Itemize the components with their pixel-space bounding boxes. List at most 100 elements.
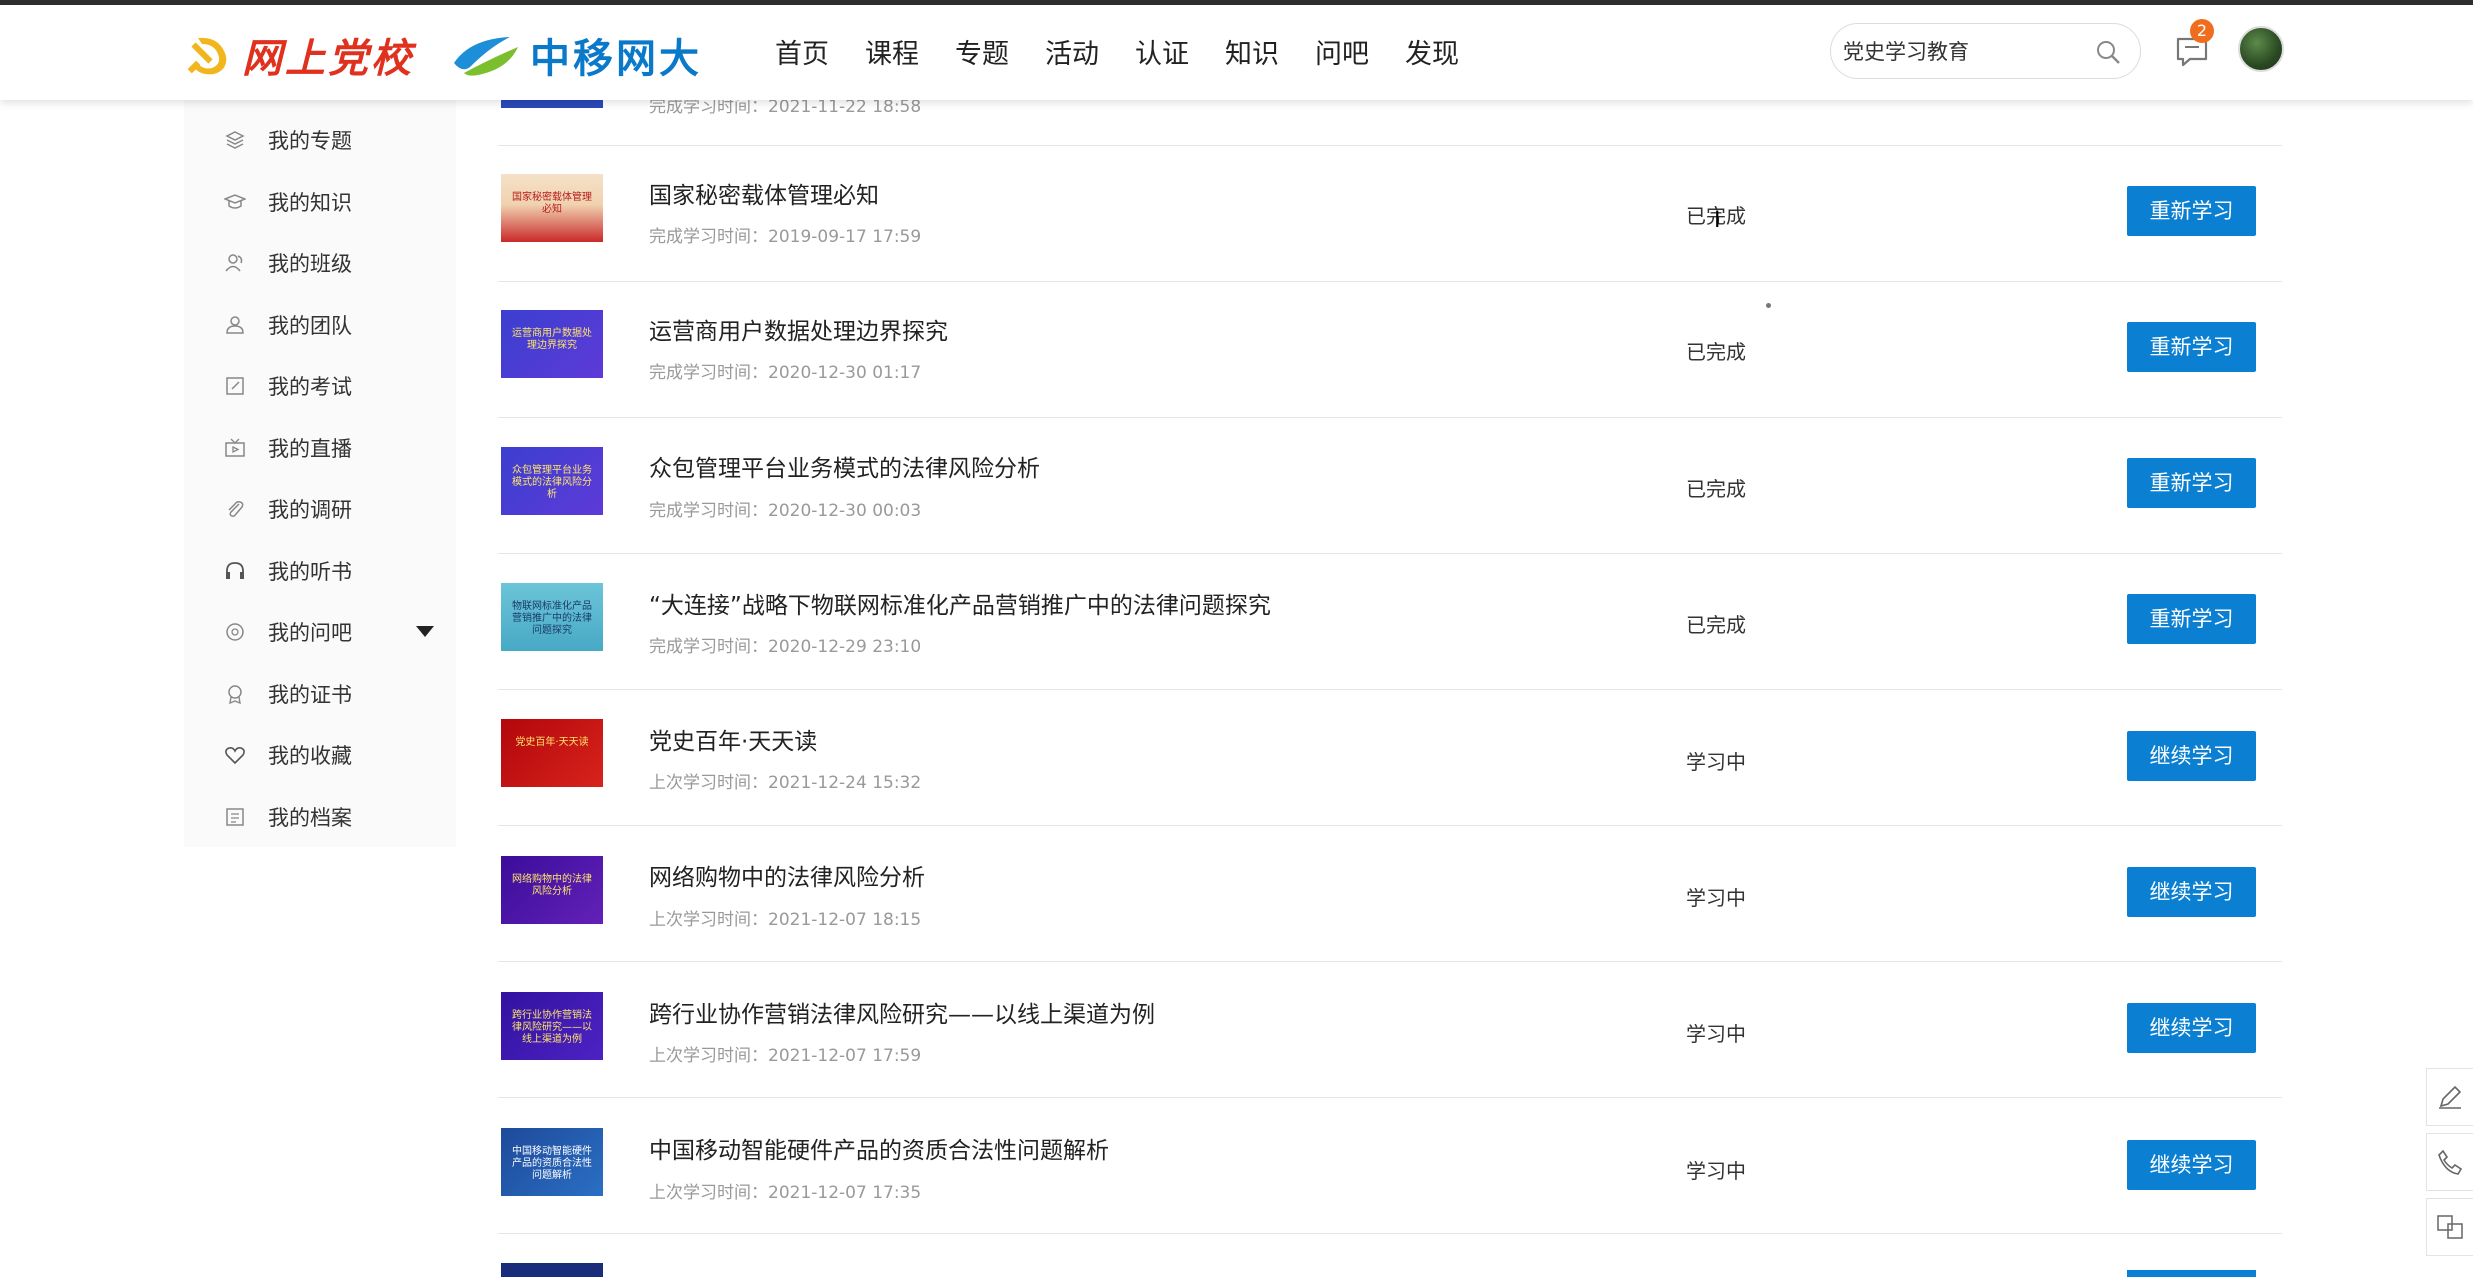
floating-translate-button[interactable] [2426,1198,2473,1256]
nav-home[interactable]: 首页 [775,35,829,75]
relearn-button[interactable]: 重新学习 [2127,458,2256,508]
sidebar-item-label: 我的听书 [268,560,352,584]
hammer-sickle-icon [187,37,227,75]
course-title[interactable]: “大连接”战略下物联网标准化产品营销推广中的法律问题探究 [649,586,1271,620]
paperclip-icon [228,501,244,517]
course-thumbnail[interactable]: 中国移动智能硬件产品的资质合法性问题解析 [501,1128,603,1196]
heart-icon [225,747,245,765]
relearn-button[interactable]: 重新学习 [2127,322,2256,372]
floating-note-button[interactable] [2426,1068,2473,1126]
nav-topics[interactable]: 专题 [955,35,1009,75]
message-count-badge: 2 [2190,19,2214,43]
course-title[interactable]: 跨行业协作营销法律风险研究——以线上渠道为例 [649,995,1155,1029]
sidebar-item-my-team[interactable]: 我的团队 [184,305,456,345]
sidebar-item-label: 我的考试 [268,375,352,399]
sidebar-item-my-archive[interactable]: 我的档案 [184,797,456,837]
nav-knowledge[interactable]: 知识 [1225,35,1279,75]
search-icon[interactable] [2094,38,2122,66]
graduation-cap-icon [224,194,246,209]
cmcc-university-logo[interactable]: 中移网大 [450,25,702,85]
user-avatar[interactable] [2238,26,2284,72]
nav-ask[interactable]: 问吧 [1315,35,1369,75]
course-row: 众包管理平台业务模式的法律风险分析 众包管理平台业务模式的法律风险分析 完成学习… [498,418,2282,554]
search-input[interactable] [1843,39,2083,63]
course-thumbnail[interactable]: 众包管理平台业务模式的法律风险分析 [501,447,603,515]
course-time: 上次学习时间：2021-12-07 17:35 [649,1183,922,1203]
course-title[interactable]: 国家秘密载体管理必知 [649,176,879,210]
sidebar-item-my-survey[interactable]: 我的调研 [184,489,456,529]
question-icon [226,623,244,641]
course-thumbnail[interactable]: 跨行业协作营销法律风险研究——以线上渠道为例 [501,992,603,1060]
thumbnail-caption: 党史百年·天天读 [515,737,589,748]
nav-discover[interactable]: 发现 [1405,35,1459,75]
course-title[interactable]: 众包管理平台业务模式的法律风险分析 [649,449,1040,483]
sidebar-item-my-class[interactable]: 我的班级 [184,243,456,283]
thumbnail-caption: 国家秘密载体管理必知 [512,192,592,215]
course-title[interactable]: 网络购物中的法律风险分析 [649,858,925,892]
party-school-logo[interactable]: 网上党校 [184,25,414,85]
nav-activities[interactable]: 活动 [1045,35,1099,75]
top-header: 网上党校 中移网大 首页 课程 专题 活动 认证 知识 问吧 发现 2 [0,5,2473,100]
sidebar-item-my-live[interactable]: 我的直播 [184,428,456,468]
exam-edit-icon [226,377,244,395]
sidebar-item-my-audiobooks[interactable]: 我的听书 [184,551,456,591]
nav-courses[interactable]: 课程 [865,35,919,75]
course-row: 跨行业协作营销法律风险研究——以线上渠道为例 跨行业协作营销法律风险研究——以线… [498,962,2282,1098]
relearn-button[interactable]: 重新学习 [2127,186,2256,236]
chevron-down-icon[interactable] [416,626,434,637]
thumbnail-caption: 中国移动智能硬件产品的资质合法性问题解析 [512,1146,592,1181]
course-thumbnail[interactable]: 网络购物中的法律风险分析 [501,856,603,924]
course-status: 学习中 [1686,1022,1746,1046]
team-icon [226,316,244,334]
course-title[interactable]: 运营商用户数据处理边界探究 [649,312,948,346]
course-status: 已完成 [1686,340,1746,364]
layers-icon [225,131,245,149]
sidebar-item-label: 我的团队 [268,314,352,338]
sidebar-item-my-favorites[interactable]: 我的收藏 [184,735,456,775]
course-thumbnail[interactable]: 党史百年·天天读 [501,719,603,787]
course-title[interactable]: 中国移动智能硬件产品的资质合法性问题解析 [649,1131,1109,1165]
search-box [1830,23,2141,79]
sidebar-item-label: 我的直播 [268,437,352,461]
party-school-logo-text: 网上党校 [242,35,414,82]
stray-dot [1766,303,1771,308]
course-thumbnail[interactable]: 运营商用户数据处理边界探究 [501,310,603,378]
course-row: 物联网标准化产品营销推广中的法律问题探究 “大连接”战略下物联网标准化产品营销推… [498,554,2282,690]
continue-button[interactable]: 继续学习 [2127,731,2256,781]
personal-center-sidebar: 我的专题 我的知识 我的班级 我的团队 我的考试 我的直播 我的调研 我的听书 … [184,100,456,847]
sidebar-item-my-topics[interactable]: 我的专题 [184,120,456,160]
course-status: 学习中 [1686,1159,1746,1183]
relearn-button[interactable]: 重新学习 [2127,594,2256,644]
thumbnail-caption: 跨行业协作营销法律风险研究——以线上渠道为例 [512,1010,592,1045]
course-thumbnail[interactable] [501,1263,603,1277]
course-time: 完成学习时间：2020-12-30 00:03 [649,501,922,521]
continue-button[interactable] [2127,1270,2256,1277]
cmcc-swirl-icon [454,37,518,76]
course-time: 完成学习时间：2020-12-29 23:10 [649,637,922,657]
course-thumbnail[interactable]: 国家秘密载体管理必知 [501,174,603,242]
live-tv-icon [225,438,245,457]
translate-icon [2437,1215,2463,1239]
sidebar-item-label: 我的档案 [268,806,352,830]
course-time: 上次学习时间：2021-12-07 17:59 [649,1046,922,1066]
sidebar-item-my-knowledge[interactable]: 我的知识 [184,182,456,222]
main-nav: 首页 课程 专题 活动 认证 知识 问吧 发现 [775,35,1495,75]
course-title[interactable]: 党史百年·天天读 [649,722,817,756]
sidebar-item-my-exams[interactable]: 我的考试 [184,366,456,406]
continue-button[interactable]: 继续学习 [2127,1140,2256,1190]
sidebar-item-label: 我的知识 [268,191,352,215]
continue-button[interactable]: 继续学习 [2127,867,2256,917]
sidebar-item-label: 我的收藏 [268,744,352,768]
nav-certification[interactable]: 认证 [1135,35,1189,75]
continue-button[interactable]: 继续学习 [2127,1003,2256,1053]
certificate-icon [228,685,242,705]
sidebar-item-my-ask[interactable]: 我的问吧 [184,612,456,652]
sidebar-item-my-certificates[interactable]: 我的证书 [184,674,456,714]
course-thumbnail[interactable]: 物联网标准化产品营销推广中的法律问题探究 [501,583,603,651]
sidebar-item-label: 我的专题 [268,129,352,153]
course-time: 完成学习时间：2020-12-30 01:17 [649,363,922,383]
sidebar-item-label: 我的班级 [268,252,352,276]
thumbnail-caption: 运营商用户数据处理边界探究 [512,328,592,351]
floating-phone-button[interactable] [2426,1133,2473,1191]
course-row: 运营商用户数据处理边界探究 运营商用户数据处理边界探究 完成学习时间：2020-… [498,282,2282,418]
